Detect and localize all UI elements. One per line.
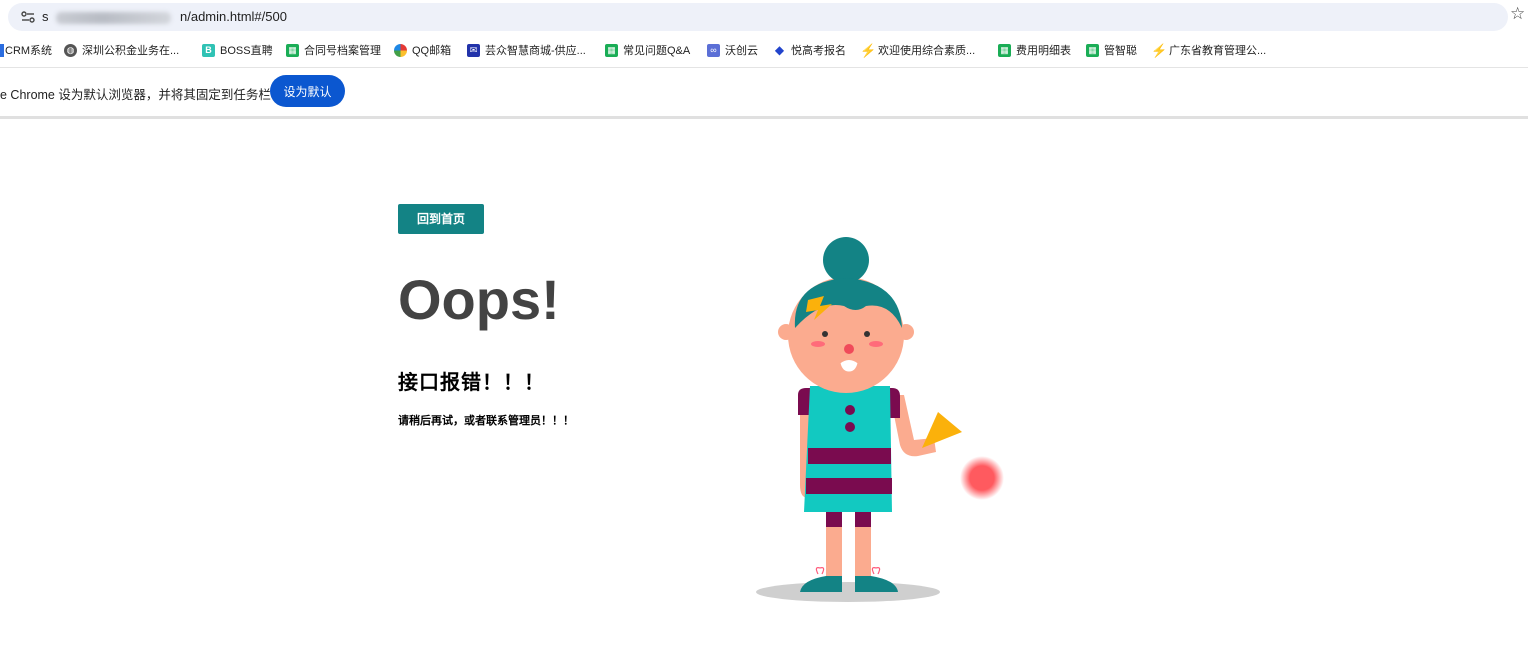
omnibox[interactable]: s n/admin.html#/500 xyxy=(8,3,1508,31)
url-text: n/admin.html#/500 xyxy=(180,9,287,24)
nose xyxy=(844,344,854,354)
sheet-icon: ▦ xyxy=(1086,43,1099,57)
site-info-icon[interactable] xyxy=(20,9,36,25)
bookmark-item[interactable]: CRM系统 xyxy=(0,41,52,59)
banner-text: e Chrome 设为默认浏览器，并将其固定到任务栏 xyxy=(0,88,271,102)
left-bow xyxy=(815,567,825,575)
bookmark-label: CRM系统 xyxy=(5,45,53,57)
right-bow xyxy=(871,567,881,575)
sheet-icon: ▦ xyxy=(286,43,299,57)
crm-icon xyxy=(0,43,4,57)
boss-icon: B xyxy=(202,43,215,57)
bookmark-label: QQ邮箱 xyxy=(412,45,452,57)
right-shoe xyxy=(855,576,898,592)
bookmark-item[interactable]: ⚡ 广东省教育管理公... xyxy=(1151,41,1266,59)
diamond-icon: ◆ xyxy=(774,42,785,57)
yunzhong-icon: ✉ xyxy=(467,43,480,57)
bookmark-item[interactable]: ∞ 沃创云 xyxy=(707,41,758,59)
bookmark-label: 芸众智慧商城-供应... xyxy=(485,45,586,57)
wochuang-icon: ∞ xyxy=(707,43,720,57)
runner-icon: ⚡ xyxy=(1151,42,1168,58)
globe-icon: ◍ xyxy=(64,43,77,57)
bookmark-item[interactable]: ▦ 合同号档案管理 xyxy=(286,41,381,59)
bookmark-item[interactable]: ◆ 悦高考报名 xyxy=(773,41,846,59)
bookmark-label: 常见问题Q&A xyxy=(623,45,691,57)
bookmark-item[interactable]: ▦ 费用明细表 xyxy=(998,41,1071,59)
button-bottom xyxy=(845,422,855,432)
left-cheek xyxy=(811,341,825,347)
bookmarks-bar: CRM系统 ◍ 深圳公积金业务在... B BOSS直聘 ▦ 合同号档案管理 Q… xyxy=(0,36,1528,62)
url-prefix: s xyxy=(42,9,49,24)
error-illustration xyxy=(756,237,1004,602)
bookmark-label: 深圳公积金业务在... xyxy=(82,45,180,57)
ball xyxy=(960,456,1004,500)
qq-mail-icon xyxy=(394,43,407,57)
bookmark-label: 欢迎使用综合素质... xyxy=(878,45,976,57)
runner-icon: ⚡ xyxy=(860,42,877,58)
flag xyxy=(922,412,962,448)
back-home-button[interactable]: 回到首页 xyxy=(398,204,484,234)
error-title: Oops! xyxy=(398,268,560,331)
bookmark-item[interactable]: ✉ 芸众智慧商城-供应... xyxy=(467,41,586,59)
dress-stripe-bottom xyxy=(806,478,892,494)
bookmark-item[interactable]: ▦ 管智聪 xyxy=(1086,41,1137,59)
bookmark-label: 费用明细表 xyxy=(1016,45,1071,57)
bookmark-label: 沃创云 xyxy=(725,45,758,57)
bookmark-label: 管智聪 xyxy=(1104,45,1137,57)
bookmark-item[interactable]: ◍ 深圳公积金业务在... xyxy=(64,41,179,59)
browser-address-bar: s n/admin.html#/500 ☆ xyxy=(0,0,1528,34)
right-cheek xyxy=(869,341,883,347)
error-headline: 接口报错！！！ xyxy=(398,372,545,394)
bookmark-label: 悦高考报名 xyxy=(791,45,846,57)
sheet-icon: ▦ xyxy=(605,43,618,57)
error-subline: 请稍后再试，或者联系管理员！！！ xyxy=(398,415,574,427)
bookmark-label: 合同号档案管理 xyxy=(304,45,381,57)
bookmark-item[interactable]: QQ邮箱 xyxy=(394,41,451,59)
set-default-button[interactable]: 设为默认 xyxy=(270,75,345,107)
right-eye xyxy=(864,331,870,337)
bookmark-star-icon[interactable]: ☆ xyxy=(1510,4,1525,24)
default-browser-banner: e Chrome 设为默认浏览器，并将其固定到任务栏 设为默认 xyxy=(0,67,1528,119)
url-redacted xyxy=(56,12,171,24)
bookmark-item[interactable]: ⚡ 欢迎使用综合素质... xyxy=(860,41,975,59)
button-top xyxy=(845,405,855,415)
dress-stripe-top xyxy=(808,448,891,464)
left-shoe xyxy=(800,576,842,592)
bookmark-item[interactable]: B BOSS直聘 xyxy=(202,41,273,59)
bookmark-label: BOSS直聘 xyxy=(220,45,273,57)
shadow xyxy=(756,582,940,602)
left-eye xyxy=(822,331,828,337)
bookmark-item[interactable]: ▦ 常见问题Q&A xyxy=(605,41,690,59)
bookmark-label: 广东省教育管理公... xyxy=(1169,45,1267,57)
hair-bun xyxy=(823,237,869,283)
sheet-icon: ▦ xyxy=(998,43,1011,57)
